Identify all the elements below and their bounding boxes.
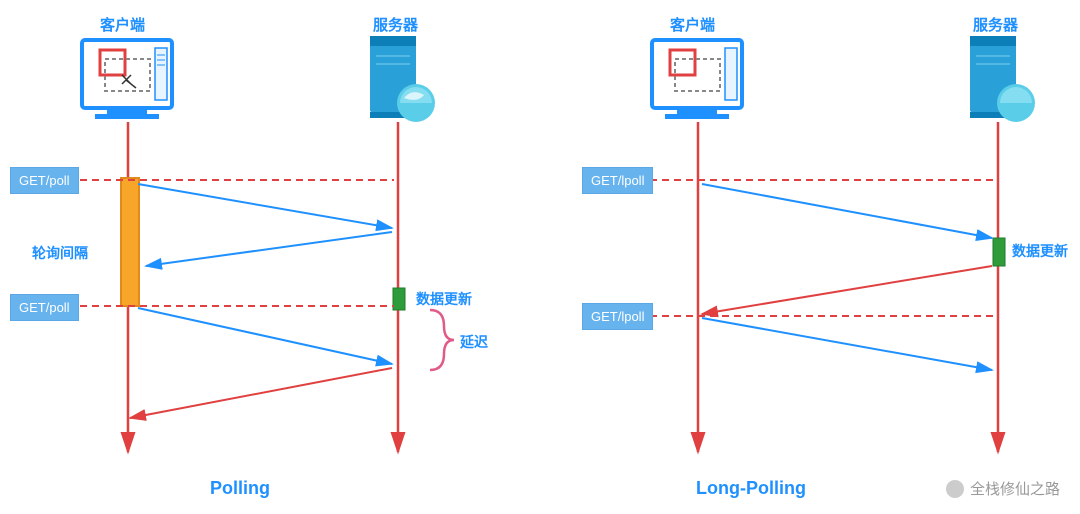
watermark: 全栈修仙之路 <box>946 478 1060 499</box>
polling-title: Polling <box>210 478 270 499</box>
req-arrow-2-right <box>702 318 992 370</box>
delay-bracket <box>430 310 454 370</box>
client-icon-right <box>652 40 742 119</box>
diagram-svg <box>0 0 1080 514</box>
diagram-root: { "left": { "title": "Polling", "client_… <box>0 0 1080 514</box>
get-badge-2-right: GET/lpoll <box>582 303 653 330</box>
get-badge-1-left: GET/poll <box>10 167 79 194</box>
long-polling-title: Long-Polling <box>696 478 806 499</box>
data-update-box-left <box>393 288 405 310</box>
data-update-label-left: 数据更新 <box>416 289 472 309</box>
watermark-text: 全栈修仙之路 <box>970 478 1060 499</box>
interval-label: 轮询间隔 <box>32 243 88 263</box>
server-icon-left <box>370 36 435 122</box>
data-update-label-right: 数据更新 <box>1012 241 1068 261</box>
req-arrow-1-right <box>702 184 992 238</box>
server-label-right: 服务器 <box>973 14 1018 35</box>
get-badge-1-right: GET/lpoll <box>582 167 653 194</box>
server-icon-right <box>970 36 1035 122</box>
req-arrow-2-left <box>138 308 392 364</box>
delay-label: 延迟 <box>460 332 488 352</box>
client-icon-left <box>82 40 172 119</box>
polling-interval-bar <box>121 178 139 306</box>
data-update-box-right <box>993 238 1005 266</box>
resp-arrow-1-left <box>146 232 392 266</box>
resp-arrow-2-left <box>130 368 392 418</box>
get-badge-2-left: GET/poll <box>10 294 79 321</box>
req-arrow-1-left <box>138 184 392 228</box>
resp-arrow-1-right <box>702 266 992 314</box>
client-label-right: 客户端 <box>670 14 715 35</box>
wechat-icon <box>946 480 964 498</box>
